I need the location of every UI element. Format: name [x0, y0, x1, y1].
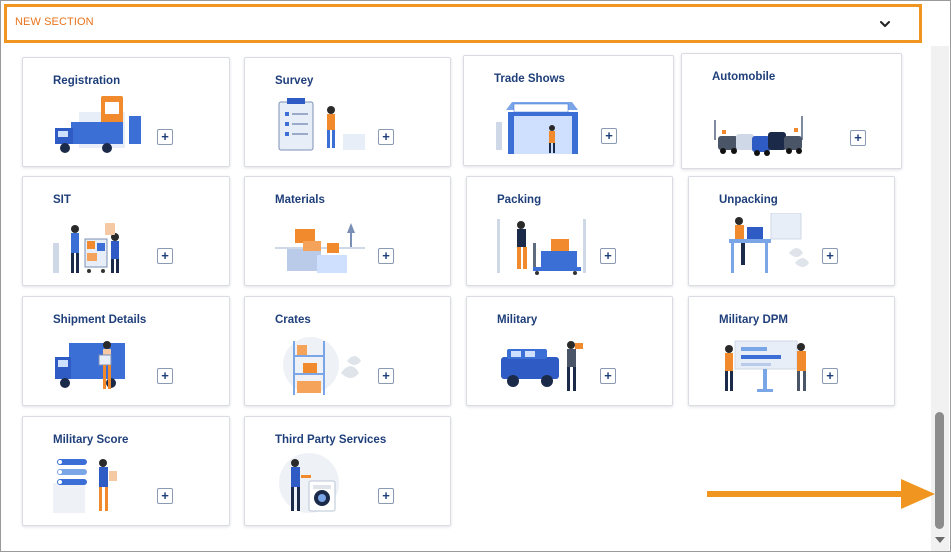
unpacking-desk-illustration — [729, 213, 809, 273]
vertical-scrollbar[interactable] — [931, 46, 949, 551]
chevron-down-icon[interactable] — [877, 16, 893, 32]
card-trade-shows[interactable]: Trade Shows + — [463, 55, 674, 166]
add-military-score-button[interactable]: + — [157, 488, 173, 504]
trade-show-booth-illustration — [496, 102, 578, 154]
checklist-clipboard-illustration — [278, 98, 365, 151]
section-title: NEW SECTION — [15, 16, 94, 28]
delivery-truck-illustration — [55, 96, 141, 153]
card-title: Trade Shows — [494, 73, 565, 85]
card-title: Materials — [275, 194, 325, 206]
add-crates-button[interactable]: + — [378, 368, 394, 384]
add-shipment-details-button[interactable]: + — [157, 368, 173, 384]
add-third-party-services-button[interactable]: + — [378, 488, 394, 504]
add-military-dpm-button[interactable]: + — [822, 368, 838, 384]
app-frame: NEW SECTION Registration + Survey + Trad… — [0, 0, 951, 552]
card-title: Unpacking — [719, 194, 778, 206]
add-unpacking-button[interactable]: + — [822, 248, 838, 264]
card-automobile[interactable]: Automobile + — [681, 53, 902, 169]
add-military-button[interactable]: + — [600, 368, 616, 384]
card-title: Military Score — [53, 434, 129, 446]
card-crates[interactable]: Crates + — [244, 296, 451, 406]
add-materials-button[interactable]: + — [378, 248, 394, 264]
add-registration-button[interactable]: + — [157, 129, 173, 145]
military-dpm-board-illustration — [725, 340, 806, 392]
section-header[interactable]: NEW SECTION — [4, 4, 922, 43]
annotation-arrow-icon — [707, 479, 935, 509]
card-title: Shipment Details — [53, 314, 147, 326]
card-title: Military DPM — [719, 314, 789, 326]
card-survey[interactable]: Survey + — [244, 57, 451, 167]
card-title: Military — [497, 314, 538, 326]
technician-services-illustration — [279, 453, 339, 513]
hand-truck-boxes-illustration — [497, 219, 586, 275]
boxes-materials-illustration — [275, 223, 365, 273]
storage-cart-illustration — [53, 223, 119, 273]
add-sit-button[interactable]: + — [157, 248, 173, 264]
card-sit[interactable]: SIT + — [22, 176, 230, 286]
crates-shelf-illustration — [283, 337, 361, 395]
shipment-truck-illustration — [55, 341, 125, 389]
add-trade-shows-button[interactable]: + — [601, 128, 617, 144]
scrollbar-thumb[interactable] — [935, 412, 944, 529]
card-title: Survey — [275, 75, 314, 87]
score-list-illustration — [53, 459, 117, 513]
card-title: Automobile — [712, 71, 776, 83]
card-military-dpm[interactable]: Military DPM + — [688, 296, 895, 406]
card-title: Third Party Services — [275, 434, 387, 446]
card-packing[interactable]: Packing + — [466, 176, 673, 286]
add-survey-button[interactable]: + — [378, 129, 394, 145]
card-materials[interactable]: Materials + — [244, 176, 451, 286]
card-title: Registration — [53, 75, 121, 87]
military-vehicle-illustration — [501, 341, 583, 391]
card-third-party-services[interactable]: Third Party Services + — [244, 416, 451, 526]
parked-cars-illustration — [714, 116, 803, 156]
scroll-down-arrow-icon[interactable] — [935, 537, 945, 543]
card-military-score[interactable]: Military Score + — [22, 416, 230, 526]
add-automobile-button[interactable]: + — [850, 130, 866, 146]
card-military[interactable]: Military + — [466, 296, 673, 406]
add-packing-button[interactable]: + — [600, 248, 616, 264]
card-registration[interactable]: Registration + — [22, 57, 230, 167]
card-shipment-details[interactable]: Shipment Details + — [22, 296, 230, 406]
card-title: Crates — [275, 314, 311, 326]
card-title: SIT — [53, 194, 71, 206]
card-title: Packing — [497, 194, 542, 206]
card-unpacking[interactable]: Unpacking + — [688, 176, 895, 286]
